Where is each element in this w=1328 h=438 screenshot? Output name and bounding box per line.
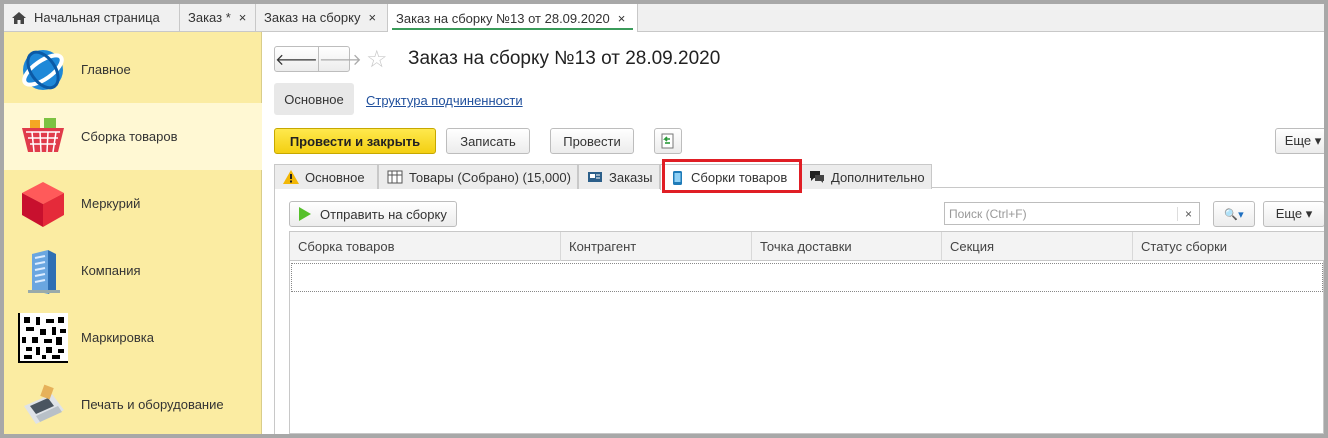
page-title: Заказ на сборку №13 от 28.09.2020 (408, 48, 721, 69)
table-row[interactable] (291, 263, 1323, 292)
save-button[interactable]: Записать (446, 128, 530, 154)
red-cube-icon (22, 181, 64, 227)
tab-label: Основное (305, 169, 365, 185)
tab-main[interactable]: Основное (274, 164, 378, 189)
sidebar-item-label: Сборка товаров (81, 129, 178, 144)
sidebar-item-label: Меркурий (81, 196, 141, 211)
window-tab-label: Начальная страница (34, 10, 160, 25)
sidebar-item-goods-assembly[interactable]: Сборка товаров (4, 103, 262, 170)
search-input[interactable] (945, 203, 1177, 224)
history-nav: 🡐 🡒 (274, 46, 362, 72)
clear-search-icon[interactable]: × (1177, 206, 1199, 221)
window-tab-label: Заказ на сборку №13 от 28.09.2020 (396, 10, 610, 26)
window-tab-assembly-order[interactable]: Заказ на сборку × (256, 4, 388, 31)
search-box: × (944, 202, 1200, 225)
orders-icon (588, 172, 602, 182)
window-tab-label: Заказ * (188, 10, 231, 25)
app-window: Начальная страница Заказ * × Заказ на сб… (4, 4, 1324, 434)
play-icon (299, 207, 311, 221)
tab-goods[interactable]: Товары (Собрано) (15,000) (378, 164, 578, 189)
window-tab-label: Заказ на сборку (264, 10, 361, 25)
forward-button[interactable]: 🡒 (319, 47, 362, 71)
column-header-delivery-point[interactable]: Точка доставки (752, 232, 942, 261)
payment-terminal-icon (24, 384, 64, 424)
sections-sidebar: Главное Сборка товаров Меркурий Компания… (4, 32, 262, 434)
sidebar-item-label: Печать и оборудование (81, 397, 224, 412)
tab-label: Заказы (609, 169, 653, 185)
sidebar-item-company[interactable]: Компания (4, 237, 262, 304)
tab-highlight-frame (662, 159, 802, 193)
warning-icon (283, 170, 299, 184)
tab-orders[interactable]: Заказы (578, 164, 660, 189)
window-tab-order[interactable]: Заказ * × (180, 4, 256, 31)
open-windows-bar: Начальная страница Заказ * × Заказ на сб… (4, 4, 1324, 32)
column-header-counterparty[interactable]: Контрагент (561, 232, 752, 261)
table-more-button[interactable]: Еще ▾ (1263, 201, 1324, 227)
search-button[interactable]: 🔍▾ (1213, 201, 1255, 227)
home-icon (12, 11, 26, 24)
close-icon[interactable]: × (618, 11, 626, 26)
subnav-main[interactable]: Основное (274, 83, 354, 115)
document-form: 🡐 🡒 ☆ Заказ на сборку №13 от 28.09.2020 … (262, 32, 1324, 434)
back-button[interactable]: 🡐 (275, 47, 319, 71)
post-and-close-button[interactable]: Провести и закрыть (274, 128, 436, 154)
column-header-assembly-status[interactable]: Статус сборки (1133, 232, 1323, 261)
close-icon[interactable]: × (239, 10, 247, 25)
sidebar-item-label: Маркировка (81, 330, 154, 345)
goods-icon (387, 170, 403, 184)
sidebar-item-label: Главное (81, 62, 131, 77)
sidebar-item-main[interactable]: Главное (4, 36, 262, 103)
table-header: Сборка товаров Контрагент Точка доставки… (290, 232, 1324, 261)
sidebar-item-mercury[interactable]: Меркурий (4, 170, 262, 237)
column-header-assembly[interactable]: Сборка товаров (290, 232, 561, 261)
more-button[interactable]: Еще ▾ (1275, 128, 1324, 154)
sidebar-item-label: Компания (81, 263, 141, 278)
window-tab-home[interactable]: Начальная страница (4, 4, 180, 31)
assemblies-table: Сборка товаров Контрагент Точка доставки… (289, 231, 1324, 434)
tab-label: Товары (Собрано) (15,000) (409, 169, 571, 185)
building-icon (28, 249, 60, 294)
tab-additional[interactable]: Дополнительно (800, 164, 932, 189)
main-globe-icon (22, 49, 64, 90)
post-button[interactable]: Провести (550, 128, 634, 154)
tab-label: Дополнительно (831, 169, 925, 185)
document-movements-icon (661, 133, 674, 149)
sidebar-item-print-equipment[interactable]: Печать и оборудование (4, 371, 262, 434)
close-icon[interactable]: × (368, 10, 376, 25)
send-to-assembly-label: Отправить на сборку (320, 206, 447, 222)
column-header-section[interactable]: Секция (942, 232, 1133, 261)
document-movements-button[interactable] (654, 128, 682, 154)
favorite-star-icon[interactable]: ☆ (366, 45, 388, 74)
basket-icon (22, 117, 64, 152)
sidebar-item-marking[interactable]: Маркировка (4, 304, 262, 371)
datamatrix-icon (18, 312, 68, 363)
window-tab-assembly-order-13[interactable]: Заказ на сборку №13 от 28.09.2020 × (388, 4, 638, 32)
chat-icon (810, 171, 824, 183)
subordination-structure-link[interactable]: Структура подчиненности (366, 93, 523, 108)
send-to-assembly-button[interactable]: Отправить на сборку (289, 201, 457, 227)
